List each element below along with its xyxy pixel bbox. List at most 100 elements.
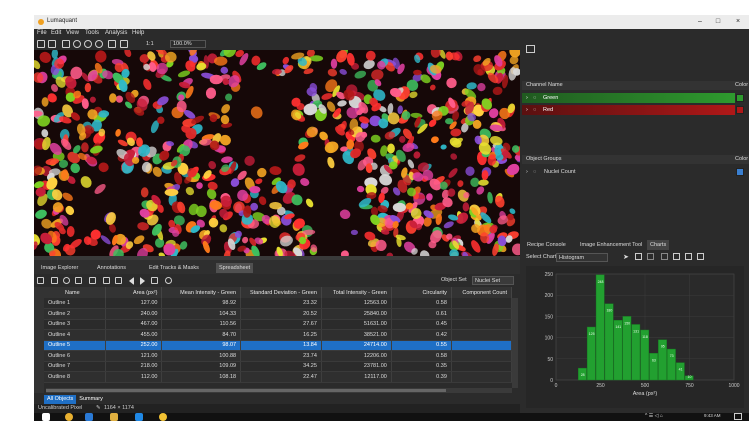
settings-icon[interactable]	[165, 277, 172, 284]
histogram-bar[interactable]	[649, 353, 658, 381]
histogram-bar[interactable]	[595, 274, 605, 381]
expand-chevron-icon[interactable]: ›	[526, 95, 528, 101]
zoom-level-field[interactable]: 100.0%	[170, 40, 206, 48]
panel-toggle-icon[interactable]	[48, 40, 56, 48]
close-button[interactable]: ×	[731, 17, 745, 27]
start-icon[interactable]	[42, 413, 50, 421]
copy-chart-icon[interactable]	[685, 253, 692, 260]
panel-layout-icon[interactable]	[526, 45, 535, 53]
menu-tools[interactable]: Tools	[85, 30, 99, 36]
fit-width-icon[interactable]	[120, 40, 128, 48]
col-component-count[interactable]: Component Count	[451, 287, 513, 298]
color-swatch-red[interactable]	[736, 106, 744, 114]
table-row[interactable]: Outline 5 252.00 98.07 13.84 24714.00 0.55	[44, 340, 513, 351]
table-row[interactable]: Outline 6 121.00 100.88 23.74 12206.00 0.58	[44, 350, 513, 362]
eye-icon[interactable]: ◌	[533, 95, 536, 101]
folder-icon[interactable]	[110, 413, 118, 421]
histogram-bar[interactable]	[604, 303, 614, 381]
col-area[interactable]: Area (px²)	[105, 287, 163, 298]
table-cell: 0.58	[391, 298, 452, 309]
menu-view[interactable]: View	[66, 30, 79, 36]
fit-window-icon[interactable]	[108, 40, 116, 48]
filter-icon[interactable]	[63, 277, 70, 284]
tab-spreadsheet[interactable]: Spreadsheet	[216, 263, 254, 273]
image-viewer[interactable]	[34, 50, 520, 256]
table-row[interactable]: Outline 1 127.00 98.92 23.32 12563.00 0.58	[44, 298, 513, 309]
menu-file[interactable]: File	[37, 30, 47, 36]
eye-icon[interactable]: ◌	[533, 107, 536, 113]
select-tool-icon[interactable]	[37, 40, 45, 48]
browser-icon[interactable]	[65, 413, 73, 421]
mail-icon[interactable]	[85, 413, 93, 421]
tab-image-explorer[interactable]: Image Explorer	[38, 263, 81, 273]
chart-toolbar: Select Chart Histogram ➤	[522, 251, 749, 263]
col-circularity[interactable]: Circularity	[391, 287, 452, 298]
col-std-dev[interactable]: Standard Deviation - Green	[240, 287, 322, 298]
table-cell: 23.74	[240, 350, 322, 362]
table-view-icon[interactable]	[103, 277, 110, 284]
skype-icon[interactable]	[135, 413, 143, 421]
pencil-icon[interactable]	[51, 277, 58, 284]
chart-view-icon[interactable]	[115, 277, 122, 284]
notification-icon[interactable]	[734, 413, 742, 420]
table-row[interactable]: Outline 2 240.00 104.33 20.52 25840.00 0.61	[44, 308, 513, 320]
save-icon[interactable]	[62, 40, 70, 48]
save-chart-icon[interactable]	[673, 253, 680, 260]
zoom-chart-icon[interactable]	[635, 253, 642, 260]
zoom-region-icon[interactable]	[95, 40, 103, 48]
pan-chart-icon[interactable]	[647, 253, 654, 260]
tab-summary[interactable]: Summary	[76, 395, 106, 404]
scroll-thumb[interactable]	[46, 389, 446, 392]
tab-all-objects[interactable]: All Objects	[44, 395, 77, 404]
col-total-intensity[interactable]: Total Intensity - Green	[321, 287, 392, 298]
next-arrow-icon[interactable]	[140, 277, 145, 285]
col-name[interactable]: Name	[44, 287, 106, 298]
minimize-button[interactable]: –	[693, 17, 707, 27]
color-swatch-green[interactable]	[736, 94, 744, 102]
zoom-ratio[interactable]: 1:1	[146, 41, 154, 47]
tab-edit-tracks-masks[interactable]: Edit Tracks & Masks	[146, 263, 202, 273]
expand-chevron-icon[interactable]: ›	[526, 169, 528, 175]
menu-analysis[interactable]: Analysis	[105, 30, 127, 36]
table-row[interactable]: Outline 3 467.00 110.56 27.67 51631.00 0.45	[44, 319, 513, 330]
print-chart-icon[interactable]	[697, 253, 704, 260]
tab-recipe-console[interactable]: Recipe Console	[524, 240, 569, 250]
col-mean-intensity[interactable]: Mean Intensity - Green	[161, 287, 242, 298]
expand-chevron-icon[interactable]: ›	[526, 107, 528, 113]
maximize-button[interactable]: □	[711, 17, 725, 27]
spreadsheet-side-strip	[34, 287, 44, 393]
tab-annotations[interactable]: Annotations	[94, 263, 129, 273]
columns-icon[interactable]	[89, 277, 96, 284]
channel-row-red[interactable]: › ◌ Red	[522, 105, 735, 115]
x-tick-label: 750	[685, 383, 694, 389]
previous-arrow-icon[interactable]	[129, 277, 134, 285]
pointer-icon[interactable]: ➤	[623, 253, 629, 261]
histogram-bar[interactable]	[622, 316, 632, 381]
tab-charts[interactable]: Charts	[647, 240, 670, 250]
reset-chart-icon[interactable]	[661, 253, 668, 260]
table-row[interactable]: Outline 7 218.00 109.09 34.25 23781.00 0.35	[44, 361, 513, 372]
tab-image-enhancement[interactable]: Image Enhancement Tool	[577, 240, 645, 250]
group-row-nuclei[interactable]: › ◌ Nuclei Count	[522, 167, 735, 177]
zoom-out-icon[interactable]	[84, 40, 92, 48]
x-tick-label: 1000	[728, 383, 739, 389]
lumaquant-taskbar-icon[interactable]	[159, 413, 167, 421]
chart-type-select[interactable]: Histogram	[556, 253, 608, 262]
fluorescence-image[interactable]	[34, 50, 520, 256]
export-icon[interactable]	[75, 277, 82, 284]
grid-icon[interactable]	[37, 277, 44, 284]
menu-help[interactable]: Help	[132, 30, 144, 36]
zoom-in-icon[interactable]	[73, 40, 81, 48]
table-cell: 0.55	[391, 340, 452, 351]
table-vertical-scrollbar[interactable]	[512, 298, 518, 388]
copy-icon[interactable]	[151, 277, 158, 284]
menu-edit[interactable]: Edit	[51, 30, 61, 36]
object-set-select[interactable]: Nuclei Set	[472, 276, 514, 285]
table-row[interactable]: Outline 8 112.00 108.18 22.47 12117.00 0.39	[44, 371, 513, 383]
table-horizontal-scrollbar[interactable]	[46, 388, 512, 393]
channel-row-green[interactable]: › ◌ Green	[522, 93, 735, 103]
table-row[interactable]: Outline 4 455.00 84.70 16.25 38521.00 0.42	[44, 329, 513, 341]
tray-icons[interactable]: ^ ☰ ◁ ⌂	[645, 413, 663, 419]
color-swatch-nuclei[interactable]	[736, 168, 744, 176]
eye-icon[interactable]: ◌	[533, 169, 536, 175]
